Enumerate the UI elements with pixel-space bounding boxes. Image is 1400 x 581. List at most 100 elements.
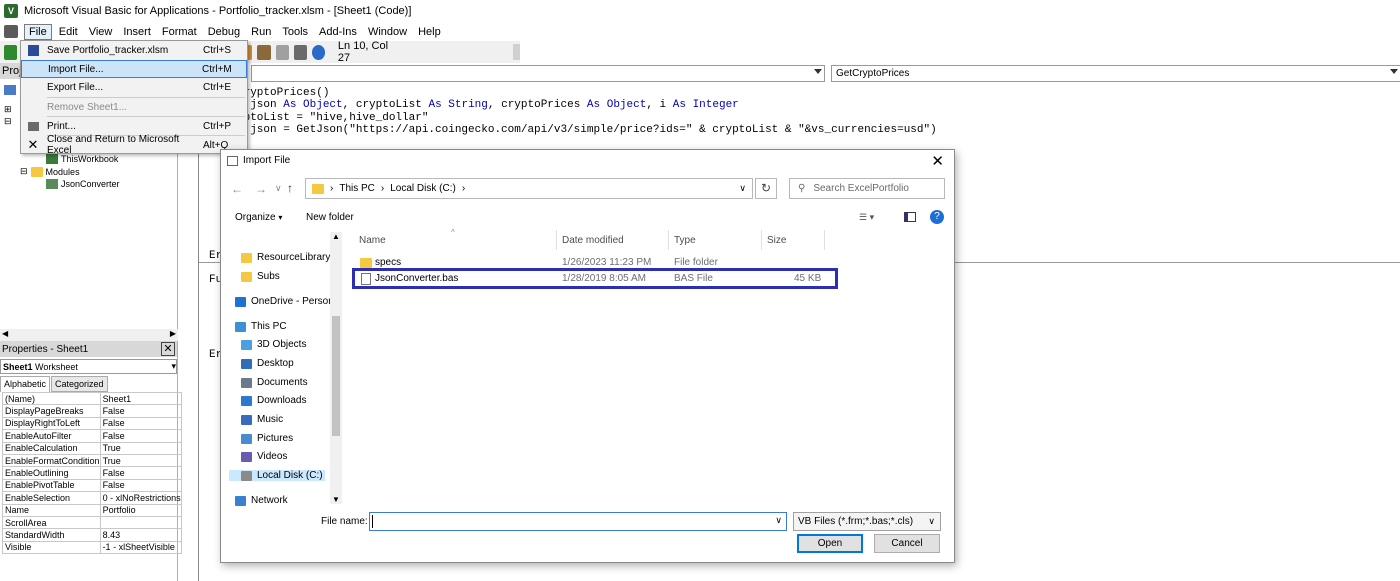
property-row[interactable]: StandardWidth 8.43 — [2, 528, 182, 542]
tab-categorized[interactable]: Categorized — [51, 376, 108, 392]
menu-item-close-return[interactable]: ✕ Close and Return to Microsoft Excel Al… — [21, 134, 247, 156]
menu-edit[interactable]: Edit — [55, 25, 82, 39]
property-value[interactable]: 8.43 — [99, 528, 182, 542]
column-divider[interactable] — [824, 230, 825, 250]
tree-expander[interactable]: ⊞ — [4, 104, 12, 115]
property-row[interactable]: EnableCalculation True — [2, 441, 182, 455]
tree-jsonconverter[interactable]: JsonConverter — [46, 179, 120, 189]
procedure-combo[interactable]: GetCryptoPrices — [831, 65, 1400, 82]
menu-run[interactable]: Run — [247, 25, 275, 39]
toolbar-overflow-icon[interactable] — [513, 44, 521, 60]
object-combo[interactable] — [251, 65, 825, 82]
menu-help[interactable]: Help — [414, 25, 445, 39]
menu-item-save[interactable]: Save Portfolio_tracker.xlsm Ctrl+S — [21, 41, 247, 59]
property-value[interactable]: 0 - xlNoRestrictions — [99, 491, 182, 505]
nav-item-local-disk-c[interactable]: Local Disk (C:) — [229, 470, 325, 481]
menu-insert[interactable]: Insert — [119, 25, 155, 39]
property-row[interactable]: EnablePivotTable False — [2, 478, 182, 493]
property-row[interactable]: Visible -1 - xlSheetVisible — [2, 540, 182, 555]
column-divider[interactable] — [556, 230, 557, 250]
property-value[interactable]: Sheet1 — [99, 391, 182, 406]
property-row[interactable]: EnableAutoFilter False — [2, 429, 182, 443]
property-value[interactable]: False — [99, 416, 182, 431]
file-type-select[interactable]: VB Files (*.frm;*.bas;*.cls) ∨ — [793, 512, 941, 531]
close-icon[interactable]: ✕ — [931, 152, 944, 170]
nav-item-downloads[interactable]: Downloads — [241, 395, 306, 406]
organize-button[interactable]: Organize ▾ — [235, 212, 282, 223]
property-row[interactable]: DisplayPageBreaks False — [2, 404, 182, 418]
view-excel-icon[interactable] — [4, 44, 18, 60]
property-value[interactable]: False — [99, 404, 182, 418]
toolbox-icon[interactable] — [293, 44, 307, 60]
chevron-down-icon[interactable]: ∨ — [275, 183, 282, 194]
help-icon[interactable] — [311, 44, 325, 60]
nav-item-desktop[interactable]: Desktop — [241, 358, 294, 369]
new-folder-button[interactable]: New folder — [306, 212, 354, 223]
nav-item-videos[interactable]: Videos — [241, 451, 287, 462]
property-row[interactable]: ScrollArea — [2, 515, 182, 530]
forward-icon[interactable]: → — [255, 182, 267, 196]
object-selector[interactable]: Sheet1 Worksheet ▾ — [0, 359, 177, 374]
menu-view[interactable]: View — [85, 25, 117, 39]
back-icon[interactable]: ← — [231, 182, 243, 196]
tree-expander-2[interactable]: ⊟ — [4, 116, 12, 127]
up-icon[interactable]: ↑ — [287, 181, 293, 195]
column-divider[interactable] — [668, 230, 669, 250]
property-value[interactable]: -1 - xlSheetVisible — [99, 540, 182, 555]
menu-file[interactable]: File — [24, 23, 52, 40]
nav-item-onedrive-person[interactable]: OneDrive - Person — [235, 296, 334, 307]
help-icon[interactable]: ? — [930, 210, 944, 224]
nav-scrollbar[interactable]: ▲ ▼ — [330, 232, 342, 504]
object-browser-icon[interactable] — [275, 44, 289, 60]
scroll-up-icon[interactable]: ▲ — [332, 232, 340, 241]
property-row[interactable]: EnableFormatCondition True — [2, 453, 182, 468]
open-button[interactable]: Open — [797, 534, 863, 553]
nav-item-music[interactable]: Music — [241, 414, 283, 425]
property-value[interactable]: Portfolio — [99, 503, 182, 517]
column-type[interactable]: Type — [674, 235, 696, 246]
nav-item-3d-objects[interactable]: 3D Objects — [241, 339, 306, 350]
property-row[interactable]: (Name) Sheet1 — [2, 391, 182, 406]
chevron-down-icon[interactable]: ∨ — [775, 515, 782, 526]
menu-item-import[interactable]: Import File... Ctrl+M — [21, 60, 247, 78]
property-value[interactable]: False — [99, 429, 182, 443]
breadcrumb-this-pc[interactable]: This PC — [339, 183, 375, 194]
menu-addins[interactable]: Add-Ins — [315, 25, 361, 39]
nav-item-documents[interactable]: Documents — [241, 377, 308, 388]
code-line-4[interactable]: t json = GetJson("https://api.coingecko.… — [237, 124, 937, 136]
file-name-input[interactable]: ∨ — [369, 512, 787, 531]
collapse-icon[interactable]: ⊟ — [20, 166, 28, 177]
cancel-button[interactable]: Cancel — [874, 534, 940, 553]
address-bar[interactable]: › This PC › Local Disk (C:) › ∨ — [305, 178, 753, 199]
excel-icon[interactable] — [4, 25, 18, 38]
tab-alphabetic[interactable]: Alphabetic — [0, 376, 51, 392]
preview-pane-icon[interactable] — [904, 212, 916, 222]
property-value[interactable]: False — [99, 478, 182, 493]
nav-item-subs[interactable]: Subs — [241, 271, 280, 282]
property-value[interactable] — [99, 515, 182, 530]
code-line-3[interactable]: yptoList = "hive,hive_dollar" — [237, 112, 428, 124]
code-line-1[interactable]: CryptoPrices() — [237, 87, 329, 99]
view-options-icon[interactable]: ☰ ▾ — [859, 212, 874, 223]
menu-item-print[interactable]: Print... Ctrl+P — [21, 117, 247, 135]
column-name[interactable]: Name — [359, 235, 386, 246]
nav-item-this-pc[interactable]: This PC — [235, 321, 287, 332]
column-date-modified[interactable]: Date modified — [562, 235, 624, 246]
properties-window-icon[interactable] — [257, 44, 271, 60]
scroll-down-icon[interactable]: ▼ — [332, 495, 340, 504]
code-line-2[interactable]: m json As Object, cryptoList As String, … — [237, 99, 739, 111]
menu-tools[interactable]: Tools — [278, 25, 312, 39]
chevron-down-icon[interactable]: ∨ — [739, 183, 746, 194]
column-size[interactable]: Size — [767, 235, 786, 246]
tree-modules[interactable]: ⊟ Modules — [20, 166, 80, 177]
close-icon[interactable]: ✕ — [161, 342, 175, 356]
refresh-button[interactable]: ↻ — [755, 178, 777, 199]
property-row[interactable]: DisplayRightToLeft False — [2, 416, 182, 431]
column-divider[interactable] — [761, 230, 762, 250]
scroll-thumb[interactable] — [332, 316, 340, 436]
nav-item-pictures[interactable]: Pictures — [241, 433, 293, 444]
search-box[interactable]: ⚲ Search ExcelPortfolio — [789, 178, 945, 199]
breadcrumb-local-disk[interactable]: Local Disk (C:) — [390, 183, 456, 194]
project-hscrollbar[interactable]: ◀ ▶ — [0, 329, 178, 341]
property-value[interactable]: True — [99, 441, 182, 455]
